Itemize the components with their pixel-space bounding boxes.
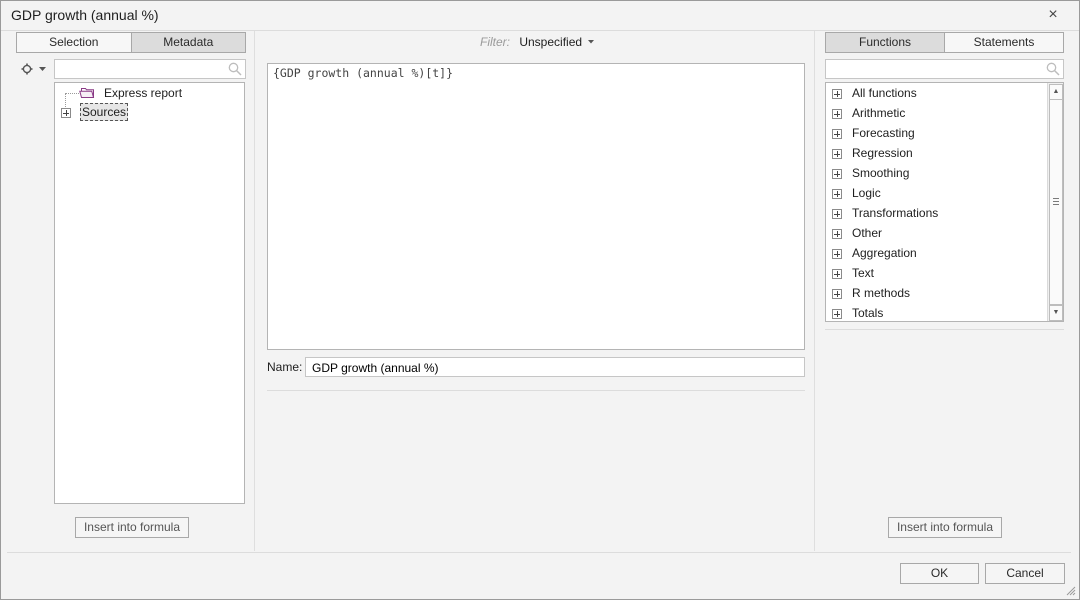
function-group-item[interactable]: Forecasting — [826, 124, 1046, 142]
function-group-item[interactable]: Other — [826, 224, 1046, 242]
expand-icon[interactable] — [832, 249, 842, 259]
function-group-label: Regression — [852, 146, 913, 160]
filter-bar: Filter: Unspecified — [480, 35, 595, 51]
ok-button[interactable]: OK — [900, 563, 979, 584]
scrollbar-thumb[interactable] — [1049, 99, 1063, 305]
expand-icon[interactable] — [832, 149, 842, 159]
tab-statements[interactable]: Statements — [944, 33, 1063, 52]
folder-icon — [79, 88, 95, 98]
cancel-button[interactable]: Cancel — [985, 563, 1065, 584]
expand-icon[interactable] — [832, 269, 842, 279]
chevron-down-icon — [588, 40, 595, 44]
search-icon[interactable] — [1046, 62, 1060, 76]
functions-search — [825, 59, 1064, 79]
functions-search-input[interactable] — [830, 61, 1045, 79]
search-icon[interactable] — [228, 62, 242, 76]
scroll-up-icon[interactable]: ▲ — [1049, 84, 1063, 100]
expand-icon[interactable] — [832, 209, 842, 219]
expand-icon[interactable] — [61, 108, 71, 118]
function-group-label: Text — [852, 266, 875, 280]
function-group-item[interactable]: Totals — [826, 304, 1046, 321]
name-label: Name: — [267, 360, 303, 374]
metadata-search-input[interactable] — [59, 61, 227, 79]
dialog-title: GDP growth (annual %) — [11, 7, 159, 23]
expand-icon[interactable] — [832, 129, 842, 139]
chevron-down-icon — [39, 67, 46, 71]
function-group-label: Forecasting — [852, 126, 915, 140]
left-tab-group: Selection Metadata — [16, 32, 246, 53]
expand-icon[interactable] — [832, 169, 842, 179]
function-group-item[interactable]: R methods — [826, 284, 1046, 302]
function-group-item[interactable]: Regression — [826, 144, 1046, 162]
metadata-search — [54, 59, 246, 79]
function-group-label: Aggregation — [852, 246, 917, 260]
function-group-item[interactable]: Aggregation — [826, 244, 1046, 262]
function-group-label: Totals — [852, 306, 884, 320]
tree-item-label: Express report — [104, 86, 183, 100]
scroll-down-icon[interactable]: ▼ — [1049, 305, 1063, 321]
dialog-window: GDP growth (annual %) × Selection Metada… — [0, 0, 1080, 600]
function-group-label: Smoothing — [852, 166, 910, 180]
filter-label: Filter: — [480, 35, 510, 49]
tab-functions[interactable]: Functions — [826, 33, 944, 52]
resize-grip-icon[interactable] — [1066, 586, 1076, 596]
tab-selection[interactable]: Selection — [17, 33, 131, 52]
right-tab-group: Functions Statements — [825, 32, 1064, 53]
filter-value: Unspecified — [519, 35, 583, 49]
formula-editor[interactable]: {GDP growth (annual %)[t]} — [267, 63, 805, 350]
function-group-label: Logic — [852, 186, 881, 200]
expand-icon[interactable] — [832, 189, 842, 199]
function-group-item[interactable]: Arithmetic — [826, 104, 1046, 122]
title-bar: GDP growth (annual %) × — [1, 1, 1079, 31]
expand-icon[interactable] — [832, 229, 842, 239]
expand-icon[interactable] — [832, 89, 842, 99]
gear-icon — [21, 63, 33, 75]
close-icon[interactable]: × — [1045, 7, 1061, 23]
metadata-tree: Express report Sources — [54, 82, 245, 504]
left-insert-into-formula-button[interactable]: Insert into formula — [75, 517, 189, 538]
expand-icon[interactable] — [832, 289, 842, 299]
right-insert-into-formula-button[interactable]: Insert into formula — [888, 517, 1002, 538]
function-group-label: All functions — [852, 86, 917, 100]
expand-icon[interactable] — [832, 109, 842, 119]
expand-icon[interactable] — [832, 309, 842, 319]
function-group-label: Arithmetic — [852, 106, 906, 120]
settings-dropdown[interactable] — [21, 62, 49, 76]
name-input[interactable] — [310, 359, 802, 377]
functions-scrollbar[interactable]: ▲ ▼ — [1047, 83, 1063, 321]
tree-item-label: Sources — [80, 103, 129, 121]
function-group-label: Other — [852, 226, 883, 240]
tree-item-sources[interactable]: Sources — [80, 103, 129, 121]
functions-tree: All functions Arithmetic Forecasting Regres… — [825, 82, 1064, 322]
name-field — [305, 357, 805, 377]
function-group-label: R methods — [852, 286, 911, 300]
tab-metadata[interactable]: Metadata — [130, 33, 245, 52]
function-group-item[interactable]: Transformations — [826, 204, 1046, 222]
function-group-label: Transformations — [852, 206, 939, 220]
function-group-item[interactable]: Smoothing — [826, 164, 1046, 182]
function-group-item[interactable]: Text — [826, 264, 1046, 282]
function-group-item[interactable]: All functions — [826, 84, 1046, 102]
formula-text: {GDP growth (annual %)[t]} — [273, 66, 454, 80]
function-group-item[interactable]: Logic — [826, 184, 1046, 202]
filter-dropdown[interactable]: Unspecified — [519, 35, 595, 49]
